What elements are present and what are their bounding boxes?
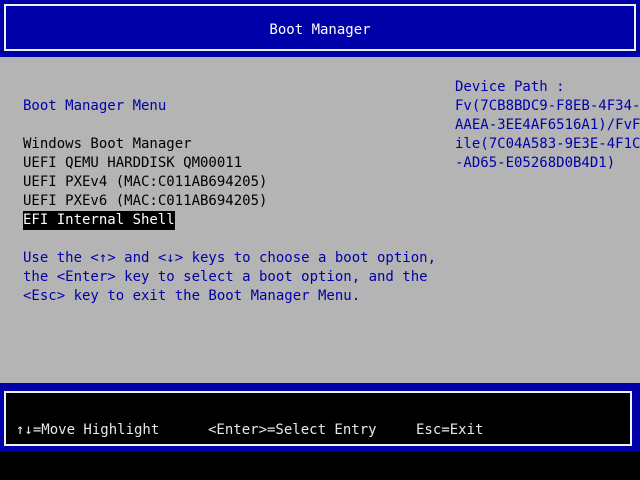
footer-move-highlight-hint: ↑↓=Move Highlight [16, 422, 160, 438]
help-text-line-3: <Esc> key to exit the Boot Manager Menu. [23, 288, 361, 304]
bios-screen: Boot Manager Boot Manager Menu Windows B… [0, 0, 640, 480]
device-path-label: Device Path : [455, 79, 565, 95]
page-title: Boot Manager [269, 22, 371, 38]
boot-option-uefi-pxev6[interactable]: UEFI PXEv6 (MAC:C011AB694205) [23, 192, 267, 211]
device-path-line-4: -AD65-E05268D0B4D1) [455, 155, 616, 171]
device-path-line-1: Fv(7CB8BDC9-F8EB-4F34- [455, 98, 640, 114]
boot-option-uefi-qemu-harddisk[interactable]: UEFI QEMU HARDDISK QM00011 [23, 154, 242, 173]
footer-select-entry-hint: <Enter>=Select Entry [208, 422, 377, 438]
device-path-line-3: ile(7C04A583-9E3E-4F1C [455, 136, 640, 152]
boot-option-windows-boot-manager[interactable]: Windows Boot Manager [23, 135, 192, 154]
menu-title: Boot Manager Menu [23, 98, 167, 114]
device-path-line-2: AAEA-3EE4AF6516A1)/FvF [455, 117, 640, 133]
footer-exit-hint: Esc=Exit [416, 422, 484, 438]
boot-option-efi-internal-shell[interactable]: EFI Internal Shell [23, 211, 175, 230]
help-text-line-2: the <Enter> key to select a boot option,… [23, 269, 428, 285]
boot-option-uefi-pxev4[interactable]: UEFI PXEv4 (MAC:C011AB694205) [23, 173, 267, 192]
help-text-line-1: Use the <↑> and <↓> keys to choose a boo… [23, 250, 437, 266]
